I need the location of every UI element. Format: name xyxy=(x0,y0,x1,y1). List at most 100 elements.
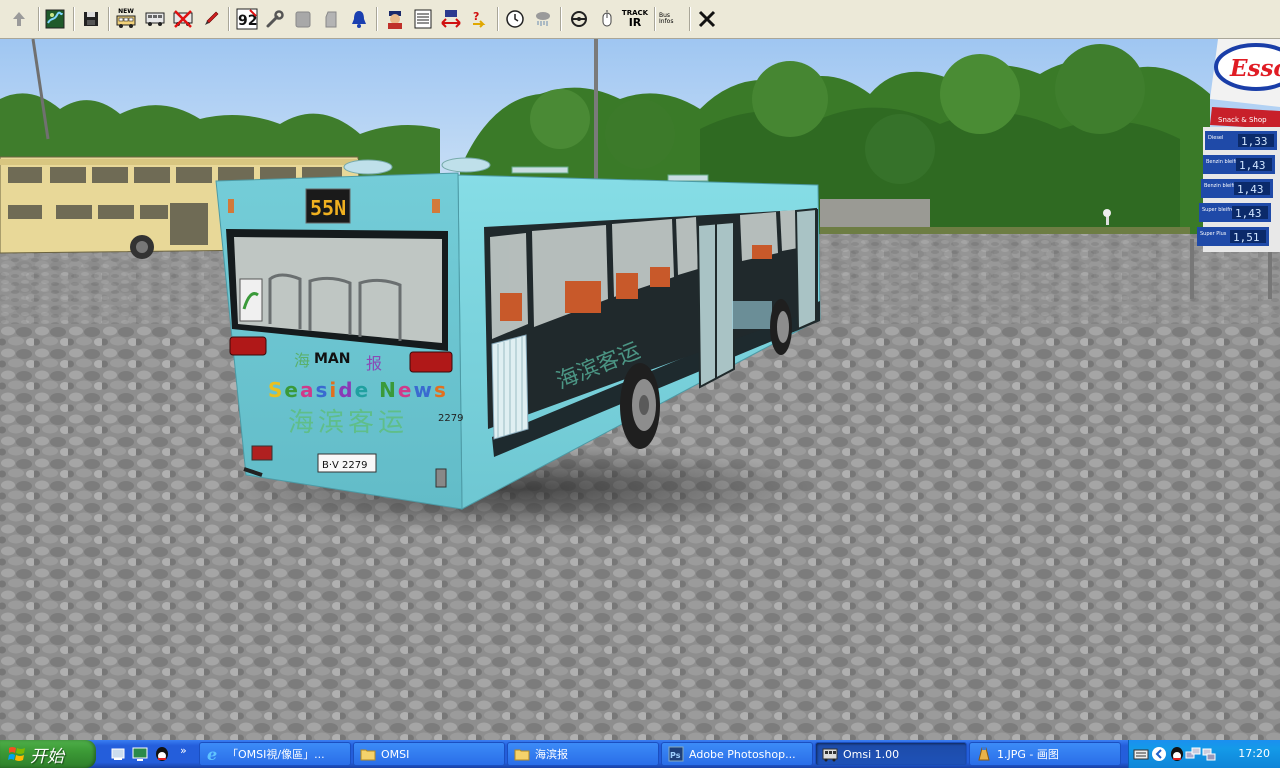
steering-wheel-icon[interactable] xyxy=(566,5,592,33)
tail-light-left xyxy=(229,336,267,356)
task-label: OMSI xyxy=(381,747,410,761)
system-tray: 17:20 xyxy=(1128,740,1280,768)
side-ad xyxy=(732,301,772,329)
svg-text:Ps: Ps xyxy=(670,751,681,760)
toolbar-separator xyxy=(228,7,230,31)
ad-char-left: 海 xyxy=(294,351,310,370)
quicklaunch-monitor-icon[interactable] xyxy=(132,746,148,762)
fuel-price: 1,33 xyxy=(1241,135,1268,148)
ad-chinese-line: 海滨客运 xyxy=(288,408,408,438)
task-label: 「OMSI視/像區」... xyxy=(227,748,325,761)
license-plate-text: B·V 2279 xyxy=(322,460,368,471)
toolbar-separator xyxy=(73,7,75,31)
pen-icon[interactable] xyxy=(198,5,224,33)
omsi-toolbar: NEW 92 ? TRACK IR Bus Infos xyxy=(0,0,1280,39)
remove-bus-icon[interactable] xyxy=(170,5,196,33)
swap-icon[interactable] xyxy=(438,5,464,33)
bell-icon[interactable] xyxy=(346,5,372,33)
quicklaunch-chevron-icon[interactable]: » xyxy=(180,744,187,757)
shop-label: Snack & Shop xyxy=(1218,116,1267,124)
clock[interactable]: 17:20 xyxy=(1238,747,1270,760)
task-photoshop[interactable]: Ps Adobe Photoshop... xyxy=(661,742,813,766)
qq-icon[interactable] xyxy=(154,746,170,762)
fuel-price: 1,43 xyxy=(1235,207,1262,220)
network-icon-2[interactable] xyxy=(1201,746,1217,762)
engine-grille xyxy=(491,334,529,440)
task-omsi-game[interactable]: Omsi 1.00 xyxy=(815,742,967,766)
esso-logo: Esso xyxy=(1229,55,1280,82)
qq-tray-icon[interactable] xyxy=(1169,746,1185,762)
keyboard-icon[interactable] xyxy=(1133,747,1149,761)
door-icon[interactable] xyxy=(318,5,344,33)
close-icon[interactable] xyxy=(694,5,720,33)
trackir-label-bottom: IR xyxy=(628,16,642,29)
toolbar-separator xyxy=(689,7,691,31)
wall xyxy=(820,199,930,229)
weather-icon[interactable] xyxy=(530,5,556,33)
up-arrow-icon[interactable] xyxy=(6,5,32,33)
photoshop-icon: Ps xyxy=(668,746,684,762)
fuel-price: 1,51 xyxy=(1233,231,1260,244)
map-icon[interactable] xyxy=(42,5,68,33)
show-desktop-icon[interactable] xyxy=(110,746,126,762)
options-icon[interactable]: Bus Infos xyxy=(659,5,685,33)
windows-taskbar: 开始 » e 「OMSI視/像區」... OMSI 海滨报 Ps Adobe P… xyxy=(0,740,1280,768)
fleet-number: 2279 xyxy=(438,413,463,424)
windows-logo-icon xyxy=(8,747,25,761)
route-number-icon[interactable]: 92 xyxy=(234,5,260,33)
driver-icon[interactable] xyxy=(382,5,408,33)
options-line2: Infos xyxy=(659,18,674,25)
ad-seaside-news: Seaside News xyxy=(268,378,448,402)
task-paint[interactable]: 1.JPG - 画图 xyxy=(969,742,1121,766)
front-wheel xyxy=(770,299,792,355)
lamp-pole xyxy=(594,39,598,179)
tray-expand-icon[interactable] xyxy=(1151,746,1167,762)
fuel-price: 1,43 xyxy=(1237,183,1264,196)
fuel-price: 1,43 xyxy=(1239,159,1266,172)
seat-icon[interactable] xyxy=(290,5,316,33)
start-label: 开始 xyxy=(30,746,64,767)
omsi-icon xyxy=(822,748,838,762)
rear-fog-light xyxy=(251,445,273,461)
front-door xyxy=(794,207,817,331)
network-icon[interactable] xyxy=(1185,746,1201,762)
task-label: Omsi 1.00 xyxy=(843,747,900,761)
destination-text: 55N xyxy=(310,196,346,220)
wrench-icon[interactable] xyxy=(262,5,288,33)
fuel-label: Super Plus xyxy=(1200,231,1227,237)
tail-light-right xyxy=(409,351,453,373)
task-seaside-folder[interactable]: 海滨报 xyxy=(507,742,659,766)
toolbar-separator xyxy=(560,7,562,31)
start-button[interactable]: 开始 xyxy=(0,740,96,768)
mouse-icon[interactable] xyxy=(594,5,620,33)
price-rows: Diesel 1,33Benzin bleifrei1,43Benzin blei… xyxy=(1197,131,1277,246)
folder-icon xyxy=(514,749,530,761)
ad-char-right: 报 xyxy=(366,354,382,373)
toolbar-separator xyxy=(108,7,110,31)
fuel-label: Super bleifrei xyxy=(1202,207,1235,213)
simulation-viewport[interactable]: Esso Snack & Shop Diesel1,33Benzin bleif… xyxy=(0,39,1280,740)
rear-wheel xyxy=(620,363,660,449)
folder-icon xyxy=(360,749,376,761)
timetable-icon[interactable] xyxy=(410,5,436,33)
task-omsi-forum[interactable]: e 「OMSI視/像區」... xyxy=(199,742,351,766)
task-label: 海滨报 xyxy=(535,748,568,761)
paint-icon xyxy=(978,747,990,761)
bus-icon[interactable] xyxy=(142,5,168,33)
ie-icon: e xyxy=(207,746,217,762)
man-logo: MAN xyxy=(314,351,350,367)
toolbar-separator xyxy=(497,7,499,31)
fuel-label: Diesel xyxy=(1208,135,1223,141)
toolbar-separator xyxy=(38,7,40,31)
task-label: Adobe Photoshop... xyxy=(689,747,796,761)
task-omsi-folder[interactable]: OMSI xyxy=(353,742,505,766)
trackir-icon[interactable]: TRACK IR xyxy=(622,5,648,33)
svg-text:e: e xyxy=(207,746,217,762)
help-icon[interactable]: ? xyxy=(466,5,492,33)
toolbar-separator xyxy=(654,7,656,31)
new-bus-icon[interactable]: NEW xyxy=(113,5,139,33)
clock-icon[interactable] xyxy=(502,5,528,33)
route-map-sticker xyxy=(239,278,263,322)
post xyxy=(1103,209,1111,217)
save-icon[interactable] xyxy=(78,5,104,33)
